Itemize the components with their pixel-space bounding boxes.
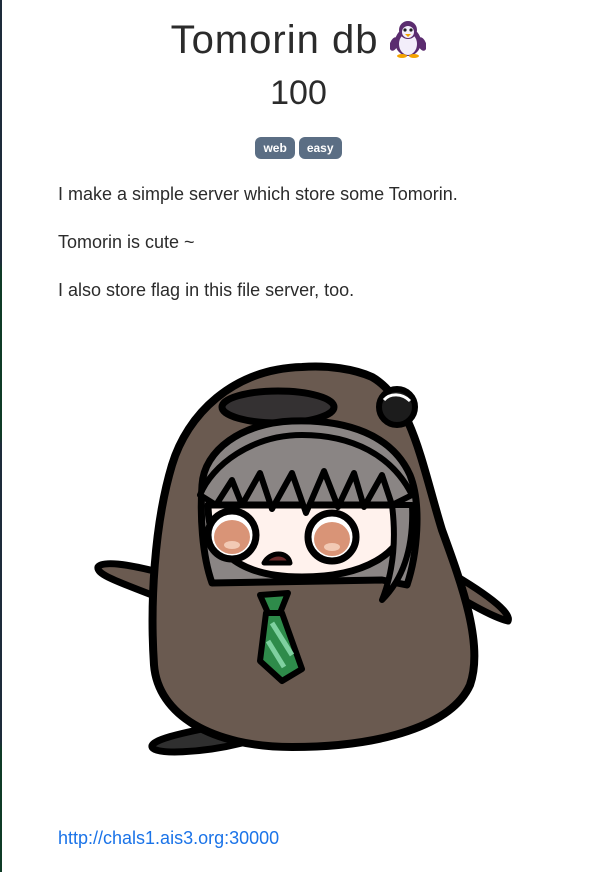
description-line-3: I also store flag in this file server, t… xyxy=(58,280,355,300)
challenge-title: Tomorin db xyxy=(0,14,597,66)
challenge-link[interactable]: http://chals1.ais3.org:30000 xyxy=(58,826,279,850)
tag-list: web easy xyxy=(0,137,597,159)
description-line-1: I make a simple server which store some … xyxy=(58,184,458,204)
challenge-points: 100 xyxy=(270,74,327,112)
tag-web: web xyxy=(255,137,295,159)
window-edge xyxy=(0,0,2,872)
challenge-title-text: Tomorin db xyxy=(170,18,379,62)
challenge-description: I make a simple server which store some … xyxy=(58,182,578,326)
description-line-2: Tomorin is cute ~ xyxy=(58,232,195,252)
penguin-icon xyxy=(389,19,427,59)
tomorin-penguin-illustration xyxy=(92,355,517,765)
tag-easy: easy xyxy=(298,137,342,159)
